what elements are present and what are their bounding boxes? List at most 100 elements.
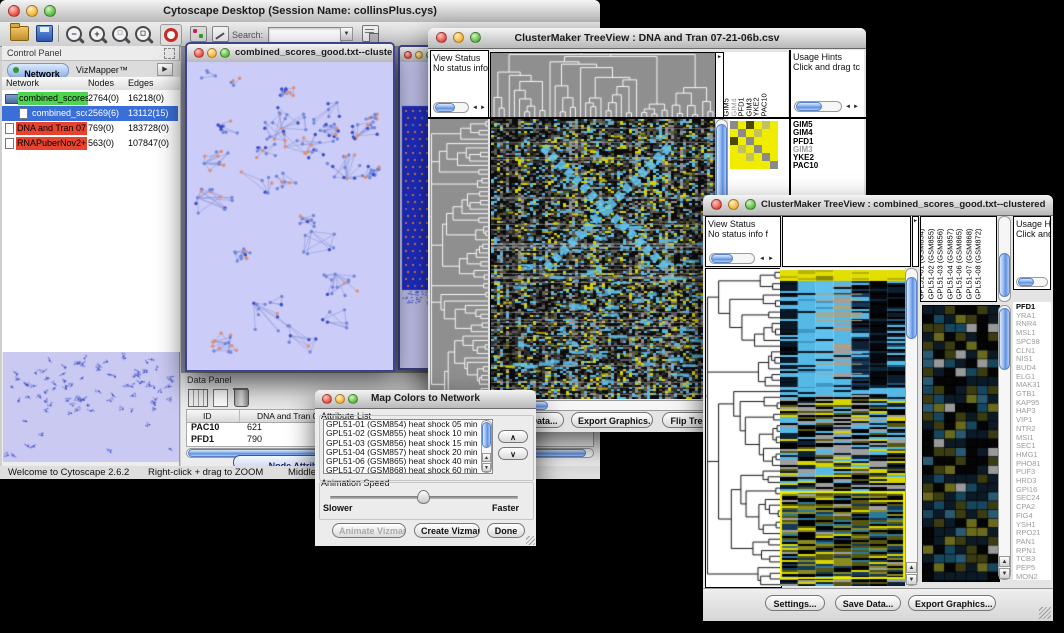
scroll-down-icon[interactable]: ▼ [999,568,1010,579]
create-vizmap-button[interactable]: Create Vizmap [414,523,480,538]
minimize-icon[interactable] [335,394,345,404]
export-graphics-button[interactable]: Export Graphics... [908,595,996,611]
main-titlebar[interactable]: Cytoscape Desktop (Session Name: collins… [0,0,600,23]
scrollbar-thumb[interactable] [906,277,917,339]
treeview1-titlebar[interactable]: ClusterMaker TreeView : DNA and Tran 07-… [428,28,866,49]
resize-grip[interactable] [1039,607,1051,619]
scroll-left-icon[interactable]: ◄ [472,105,478,111]
expand-icon[interactable]: ► [717,55,722,60]
search-dropdown-icon[interactable]: ▼ [340,27,353,41]
scroll-up-icon[interactable]: ▲ [906,562,917,573]
tv1-heatmap[interactable] [490,119,715,399]
attribute-item[interactable]: GPL51-02 (GSM855) heat shock 10 min [326,429,492,438]
dialog-titlebar[interactable]: Map Colors to Network [315,390,536,409]
data-table-icon[interactable] [188,389,208,407]
scrollbar-thumb[interactable] [482,422,491,448]
tv2-heatmap-vscrollbar[interactable]: ▲ ▼ [905,268,918,586]
tv2-labels-vscrollbar[interactable] [998,216,1011,302]
save-data-button[interactable]: Save Data... [835,595,901,611]
resize-grip[interactable] [526,536,535,545]
tv1-usage-hscrollbar[interactable] [794,101,842,112]
scroll-up-icon[interactable]: ▲ [999,556,1010,567]
col-edges[interactable]: Edges [128,78,154,88]
close-icon[interactable] [404,51,412,59]
search-input[interactable] [268,27,342,43]
zoom-window-icon[interactable] [348,394,358,404]
float-panel-icon[interactable] [164,48,175,59]
zoom-window-icon[interactable] [470,32,481,43]
scrollbar-thumb[interactable] [999,308,1010,370]
done-button[interactable]: Done [487,523,525,538]
close-icon[interactable] [711,199,722,210]
new-attribute-icon[interactable] [213,389,228,407]
tv1-column-dendrogram[interactable] [490,52,716,118]
attribute-list-vscrollbar[interactable]: ▲ ▼ [481,420,492,473]
network-canvas-1[interactable] [187,62,393,370]
table-row-combined-sco-selected[interactable]: combined_sco 2569(6) 13112(15) [2,106,178,121]
tv1-status-hscrollbar[interactable] [433,102,469,113]
animate-vizmap-button[interactable]: Animate Vizmap [332,523,406,538]
col-id[interactable]: ID [203,411,212,421]
scroll-down-icon[interactable]: ▼ [482,463,491,472]
minimize-icon[interactable] [26,5,38,17]
open-session-icon[interactable] [10,26,29,41]
tv2-status-hscrollbar[interactable] [709,253,755,264]
scroll-right-icon[interactable]: ► [480,105,486,111]
settings-button[interactable]: Settings... [765,595,825,611]
network-overview-thumbnail[interactable] [3,352,179,462]
notes-icon[interactable] [362,25,379,42]
help-lifering-icon[interactable] [160,24,182,46]
expand-icon[interactable]: ► [913,219,918,224]
attribute-item[interactable]: GPL51-06 (GSM865) heat shock 40 min [326,457,492,466]
treeview2-titlebar[interactable]: ClusterMaker TreeView : combined_scores_… [703,195,1053,216]
tv2-column-tree-area[interactable] [782,216,911,267]
trash-icon[interactable] [234,389,249,407]
tv2-row-dendrogram[interactable] [705,268,782,588]
network1-titlebar[interactable]: combined_scores_good.txt--cluste... [187,44,393,63]
tv1-splitter-strip[interactable]: ► [716,52,724,118]
zoom-out-icon[interactable]: − [66,26,82,42]
zoom-window-icon[interactable] [220,48,230,58]
zoom-window-icon[interactable] [745,199,756,210]
attribute-item[interactable]: GPL51-01 (GSM854) heat shock 05 min [326,420,492,429]
tv2-zoom-heatmap[interactable] [922,305,1000,582]
attribute-item[interactable]: GPL51-03 (GSM856) heat shock 15 min [326,439,492,448]
close-icon[interactable] [436,32,447,43]
minimize-icon[interactable] [728,199,739,210]
scroll-left-icon[interactable]: ◄ [845,104,851,110]
close-icon[interactable] [8,5,20,17]
col-network[interactable]: Network [6,78,39,88]
tv1-mini-heatmap[interactable] [730,121,778,169]
plugins-icon[interactable] [190,26,207,42]
move-up-button[interactable]: ∧ [498,430,528,443]
scroll-right-icon[interactable]: ► [768,256,774,262]
tv2-heatmap[interactable] [780,268,905,586]
minimize-icon[interactable] [415,51,423,59]
tab-network[interactable]: Network [7,63,69,78]
table-row-dna-tran[interactable]: DNA and Tran 07 769(0) 183728(0) [2,121,178,136]
minimize-icon[interactable] [207,48,217,58]
zoom-selected-icon[interactable]: □ [112,26,128,42]
zoom-window-icon[interactable] [44,5,56,17]
move-down-button[interactable]: ∨ [498,447,528,460]
scrollbar-thumb[interactable] [999,253,1010,297]
tv2-zoom-vscrollbar[interactable]: ▲ ▼ [998,305,1011,580]
tv2-splitter-strip[interactable]: ► [912,216,919,267]
close-icon[interactable] [194,48,204,58]
table-row-rnapuber[interactable]: RNAPuberNov2+ 563(0) 107847(0) [2,136,178,151]
attribute-list[interactable]: GPL51-01 (GSM854) heat shock 05 minGPL51… [323,419,493,474]
export-graphics-button[interactable]: Export Graphics... [571,412,653,428]
table-row-combined-scores[interactable]: combined_scores 2764(0) 16218(0) [2,91,178,106]
scroll-down-icon[interactable]: ▼ [906,574,917,585]
speed-slider-thumb[interactable] [417,490,430,504]
tab-overflow-button[interactable]: ▶ [157,63,173,76]
scroll-left-icon[interactable]: ◄ [759,256,765,262]
minimize-icon[interactable] [453,32,464,43]
zoom-in-icon[interactable]: + [89,26,105,42]
tab-vizmapper[interactable]: VizMapper™ [76,65,128,75]
attribute-item[interactable]: GPL51-04 (GSM857) heat shock 20 min [326,448,492,457]
scroll-right-icon[interactable]: ► [853,104,859,110]
attribute-item[interactable]: GPL51-07 (GSM868) heat shock 60 min [326,466,492,474]
annotation-icon[interactable] [212,26,229,42]
tv2-usage-hscrollbar[interactable] [1016,277,1048,287]
